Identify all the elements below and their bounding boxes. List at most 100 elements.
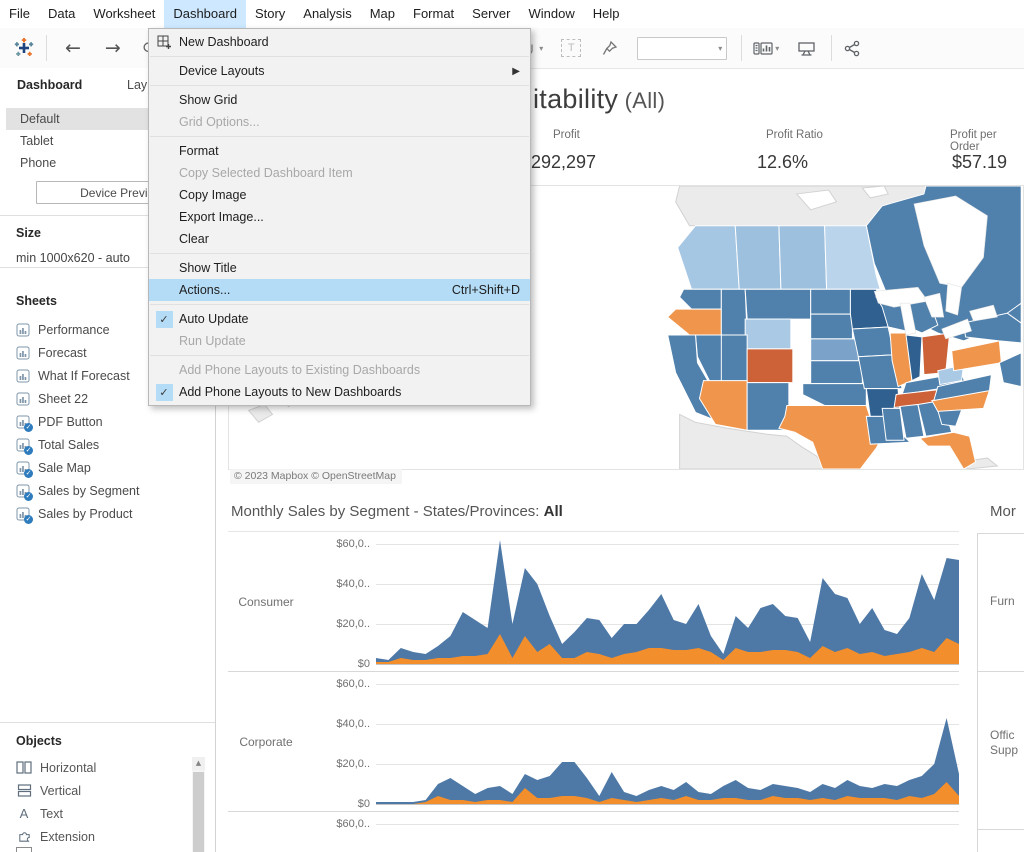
share-button[interactable] — [838, 33, 866, 63]
menu-item-run-update: Run Update — [149, 330, 530, 352]
toolbar-separator — [741, 35, 743, 61]
caret-down-icon: ▾ — [718, 43, 723, 53]
map-region-id[interactable] — [720, 288, 748, 336]
sheet-item-pdf-button[interactable]: ✓ PDF Button — [0, 410, 200, 433]
menubar-item-data[interactable]: Data — [39, 0, 84, 28]
menu-separator — [150, 85, 529, 86]
menu-item-auto-update[interactable]: ✓ Auto Update — [149, 308, 530, 330]
area-plot[interactable] — [376, 812, 959, 852]
size-value-dropdown[interactable]: min 1000x620 - auto — [16, 251, 130, 265]
menu-item-export-image[interactable]: Export Image... — [149, 206, 530, 228]
vertical-container-icon — [16, 784, 32, 798]
check-icon: ✓ — [149, 308, 179, 330]
show-me-button[interactable]: ▾ — [748, 33, 784, 63]
submenu-arrow-icon: ▶ — [512, 65, 520, 77]
map-region-ia[interactable] — [851, 326, 895, 358]
area-plot[interactable] — [376, 532, 959, 671]
redo-button[interactable]: → — [93, 33, 133, 63]
y-axis-tick: $60,0.. — [336, 818, 370, 830]
map-region-sd[interactable] — [810, 313, 853, 340]
menu-item-copy-image[interactable]: Copy Image — [149, 184, 530, 206]
map-region-nd[interactable] — [810, 288, 851, 315]
partially-visible-object-icon — [16, 847, 32, 852]
menu-item-add-phone-layouts-to-new-dashboards[interactable]: ✓ Add Phone Layouts to New Dashboards — [149, 381, 530, 403]
panel-divider — [977, 533, 978, 852]
segment-row-partial: $60,0.. — [228, 811, 959, 852]
menu-gutter — [149, 140, 179, 162]
object-item-extension[interactable]: Extension — [0, 825, 200, 848]
scrollbar-up-arrow-icon[interactable]: ▲ — [192, 757, 205, 770]
menu-item-actions[interactable]: Actions... Ctrl+Shift+D — [149, 279, 530, 301]
fit-selector[interactable]: ▾ — [637, 36, 728, 60]
presentation-mode-button[interactable] — [792, 33, 821, 63]
tab-dashboard[interactable]: Dashboard — [17, 74, 82, 96]
menubar-item-worksheet[interactable]: Worksheet — [84, 0, 164, 28]
object-item-vertical[interactable]: Vertical — [0, 779, 200, 802]
tab-layout[interactable]: Lay — [127, 74, 147, 96]
menubar-item-map[interactable]: Map — [361, 0, 404, 28]
menubar-item-story[interactable]: Story — [246, 0, 294, 28]
area-plot[interactable] — [376, 672, 959, 811]
objects-scrollbar[interactable]: ▲ — [192, 757, 205, 852]
caret-down-icon: ▾ — [539, 43, 544, 53]
kpi-value-2: $57.19 — [952, 152, 1008, 172]
menubar-item-help[interactable]: Help — [584, 0, 629, 28]
dashboard-menu-popup: New Dashboard Device Layouts ▶ Show Grid Gri… — [148, 28, 531, 406]
sheet-item-sales-by-product[interactable]: ✓ Sales by Product — [0, 502, 200, 525]
map-region-ok[interactable] — [802, 383, 867, 406]
undo-button[interactable]: ← — [53, 33, 93, 63]
object-item-horizontal[interactable]: Horizontal — [0, 756, 200, 779]
segment-chart[interactable]: Consumer $60,0.. $40,0.. $20,0.. $0 Corporate… — [228, 531, 959, 852]
map-region-az[interactable] — [698, 380, 748, 431]
menubar-item-dashboard[interactable]: Dashboard — [164, 0, 246, 28]
map-region-wa[interactable] — [679, 288, 722, 310]
menu-item-label: New Dashboard — [179, 35, 269, 49]
area-series-blue[interactable] — [376, 718, 959, 804]
menu-item-clear[interactable]: Clear — [149, 228, 530, 250]
map-region-fl[interactable] — [918, 431, 977, 469]
map-region-or[interactable] — [666, 308, 722, 336]
toolbar-separator — [46, 35, 47, 61]
menu-separator — [150, 253, 529, 254]
menu-item-show-title[interactable]: Show Title — [149, 257, 530, 279]
map-region-mt[interactable] — [744, 288, 812, 320]
map-region-ks[interactable] — [810, 360, 863, 385]
area-series-blue[interactable] — [376, 540, 959, 664]
sheet-item-total-sales[interactable]: ✓ Total Sales — [0, 433, 200, 456]
menubar-item-analysis[interactable]: Analysis — [294, 0, 360, 28]
menu-item-new-dashboard[interactable]: New Dashboard — [149, 31, 530, 53]
scrollbar-thumb[interactable] — [193, 772, 204, 852]
map-region-ab[interactable] — [734, 225, 782, 290]
tableau-logo-icon[interactable] — [8, 33, 40, 63]
menu-item-device-layouts[interactable]: Device Layouts ▶ — [149, 60, 530, 82]
dashboard-title-filter: (All) — [618, 88, 666, 113]
worksheet-icon: ✓ — [16, 461, 33, 478]
menu-item-label: Clear — [179, 232, 209, 246]
map-attribution: © 2023 Mapbox © OpenStreetMap — [230, 469, 402, 484]
map-region-ms[interactable] — [881, 407, 905, 441]
object-item-text[interactable]: A Text — [0, 802, 200, 825]
menu-item-format[interactable]: Format — [149, 140, 530, 162]
menubar-item-file[interactable]: File — [0, 0, 39, 28]
menu-item-label: Format — [179, 144, 219, 158]
sheet-item-sale-map[interactable]: ✓ Sale Map — [0, 456, 200, 479]
map-region-mid_atl[interactable] — [998, 352, 1022, 388]
sheet-item-sales-by-segment[interactable]: ✓ Sales by Segment — [0, 479, 200, 502]
map-region-bc[interactable] — [677, 225, 740, 290]
horizontal-container-icon — [16, 761, 32, 775]
map-region-pa[interactable] — [951, 340, 1002, 372]
text-annotation-button: T — [556, 33, 586, 63]
menu-item-show-grid[interactable]: Show Grid — [149, 89, 530, 111]
worksheet-icon — [16, 369, 30, 383]
menubar-item-server[interactable]: Server — [463, 0, 519, 28]
map-region-sk[interactable] — [778, 225, 828, 290]
caret-down-icon: ▾ — [775, 43, 780, 53]
segment-row-label: Corporate — [239, 734, 293, 749]
map-region-ne[interactable] — [810, 338, 859, 362]
pin-button[interactable] — [596, 33, 623, 63]
map-region-co[interactable] — [746, 348, 794, 384]
menubar-item-window[interactable]: Window — [519, 0, 583, 28]
map-region-wy[interactable] — [744, 318, 792, 350]
product-row-border — [977, 829, 1024, 830]
menubar-item-format[interactable]: Format — [404, 0, 463, 28]
